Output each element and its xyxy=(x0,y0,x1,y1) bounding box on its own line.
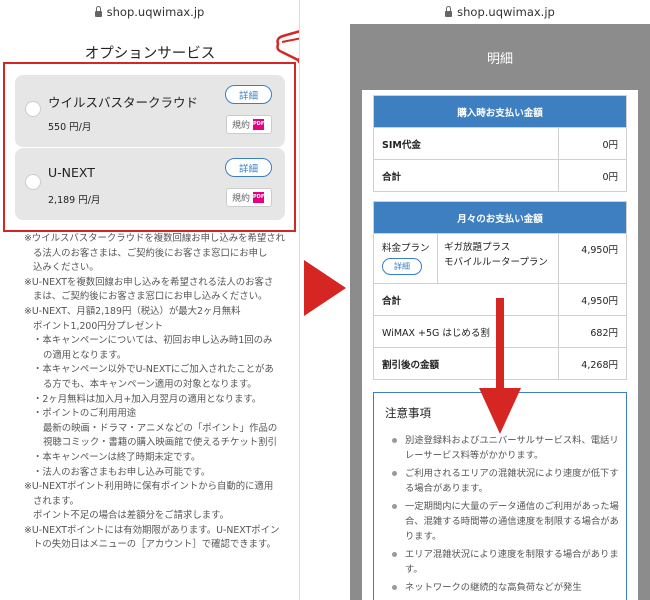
option-notes: ※ウイルスバスタークラウドを複数回線お申し込みを希望され る法人のお客さまは、ご… xyxy=(24,232,288,553)
overlay-right xyxy=(638,90,650,600)
detail-button[interactable]: 詳細 xyxy=(225,158,272,177)
table-header: 購入時お支払い金額 xyxy=(374,96,626,127)
detail-button[interactable]: 詳細 xyxy=(225,85,272,104)
note-line: る法人のお客さまは、ご契約後にお客さま窓口にお申し xyxy=(33,247,268,259)
purchase-payment-table: 購入時お支払い金額 SIM代金 0円 合計 0円 xyxy=(373,95,627,192)
url-text: shop.uqwimax.jp xyxy=(457,5,555,19)
terms-button[interactable]: 規約 PDF xyxy=(226,115,272,134)
note-line: ポイント不足の場合は差額分をご請求します。 xyxy=(33,510,229,522)
option-name: U-NEXT xyxy=(48,165,95,180)
url-text: shop.uqwimax.jp xyxy=(106,5,205,19)
section-title: オプションサービス xyxy=(84,46,216,62)
note-line: 最新の映画・ドラマ・アニメなどの「ポイント」作品の xyxy=(43,422,278,434)
row-value: 0円 xyxy=(558,128,626,159)
note-line: ・本キャンペーンは終了時期未定です。 xyxy=(33,451,201,463)
row-value: 4,268円 xyxy=(558,348,626,379)
note-line: 込みください。 xyxy=(33,262,99,274)
caution-title: 注意事項 xyxy=(385,406,431,420)
address-bar[interactable]: shop.uqwimax.jp xyxy=(350,0,650,24)
plan-label: 料金プラン xyxy=(382,243,430,254)
option-price: 2,189 円/月 xyxy=(48,195,101,206)
caution-item: ネットワークの継続的な高負荷などが発生 xyxy=(389,580,619,595)
note-line: トの失効日はメニューの［アカウント］で確認できます。 xyxy=(33,539,276,551)
note-line: ※ウイルスバスタークラウドを複数回線お申し込みを希望され xyxy=(24,233,285,244)
note-line: ※U-NEXTポイントには有効期限があります。U-NEXTポイン xyxy=(24,524,280,536)
arrow-right-icon xyxy=(304,260,346,316)
note-line: ※U-NEXTポイント利用時に保有ポイントから自動的に適用 xyxy=(24,481,274,493)
note-line: ※U-NEXT、月額2,189円（税込）が最大2ヶ月無料 xyxy=(24,305,241,317)
note-line: ・本キャンペーン以外でU-NEXTにご加入されたことがあ xyxy=(33,364,274,376)
lock-icon xyxy=(94,5,102,17)
caution-item: エリア混雑状況により速度を制限する場合があります。 xyxy=(389,547,619,577)
plan-label-cell: 料金プラン 詳細 xyxy=(374,234,438,283)
pdf-icon: PDF xyxy=(253,192,264,203)
table-row: 合計 0円 xyxy=(374,159,626,191)
row-label: WiMAX +5G はじめる割 xyxy=(382,327,490,339)
plan-subname: モバイルルータープラン xyxy=(444,257,548,268)
caution-list: 別途登録料およびユニバーサルサービス料、電話リレーサービス料等がかかります。 ご… xyxy=(389,433,619,598)
terms-button[interactable]: 規約 PDF xyxy=(226,188,272,207)
plan-price: 4,950円 xyxy=(558,234,626,283)
arrow-down-icon xyxy=(479,298,521,434)
option-radio[interactable] xyxy=(25,101,41,117)
modal-title: 明細 xyxy=(486,52,513,67)
terms-label: 規約 xyxy=(232,194,251,204)
note-line: ・本キャンペーンについては、初回お申し込み時1回のみ xyxy=(33,335,273,347)
lock-icon xyxy=(445,5,453,17)
option-radio[interactable] xyxy=(25,174,41,190)
note-line: ・ポイントのご利用用途 xyxy=(33,408,137,420)
row-value: 4,950円 xyxy=(558,284,626,315)
row-label: 割引後の金額 xyxy=(382,359,440,371)
note-line: まは、ご契約後にお客さま窓口にお申し込みください。 xyxy=(33,291,268,303)
plan-name: ギガ放題プラス xyxy=(444,242,511,253)
plan-name-cell: ギガ放題プラス モバイルルータープラン xyxy=(438,234,558,283)
note-line: る方でも、本キャンペーン適用の対象となります。 xyxy=(43,378,257,390)
option-price: 550 円/月 xyxy=(48,122,92,133)
option-card-unext[interactable]: U-NEXT 2,189 円/月 詳細 規約 PDF xyxy=(15,148,285,220)
plan-detail-button[interactable]: 詳細 xyxy=(382,258,422,275)
pointing-hand-icon xyxy=(276,30,299,64)
option-name: ウイルスバスタークラウド xyxy=(48,95,199,110)
row-label: 合計 xyxy=(382,171,402,183)
pdf-icon: PDF xyxy=(253,119,264,130)
row-value: 0円 xyxy=(558,160,626,191)
note-line: ・法人のお客さまもお申し込み可能です。 xyxy=(33,466,211,478)
table-header: 月々のお支払い金額 xyxy=(374,202,626,233)
note-line: されます。 xyxy=(33,495,79,507)
overlay-left xyxy=(350,90,362,600)
row-value: 682円 xyxy=(558,316,626,347)
row-label: 合計 xyxy=(382,295,402,307)
caution-item: ご利用されるエリアの混雑状況により速度が低下する場合があります。 xyxy=(389,466,619,496)
caution-item: 一定期間内に大量のデータ通信のご利用があった場合、混雑する時間帯の通信速度を制限… xyxy=(389,499,619,544)
plan-row: 料金プラン 詳細 ギガ放題プラス モバイルルータープラン 4,950円 xyxy=(374,233,626,283)
row-label: SIM代金 xyxy=(382,139,421,151)
note-line: ポイント1,200円分プレゼント xyxy=(33,320,163,332)
terms-label: 規約 xyxy=(232,121,251,131)
table-row: SIM代金 0円 xyxy=(374,127,626,159)
note-line: ※U-NEXTを複数回線お申し込みを希望される法人のお客さ xyxy=(24,276,274,288)
option-service-screen: shop.uqwimax.jp オプションサービス ウイルスバスタークラウド 5… xyxy=(0,0,300,600)
address-bar[interactable]: shop.uqwimax.jp xyxy=(0,0,299,24)
note-line: 視聴コミック・書籍の購入映画館で使えるチケット割引 xyxy=(43,437,277,449)
note-line: の適用となります。 xyxy=(43,349,127,361)
option-card-virusbuster[interactable]: ウイルスバスタークラウド 550 円/月 詳細 規約 PDF xyxy=(15,75,285,147)
note-line: ・2ヶ月無料は加入月+加入月翌月の適用となります。 xyxy=(33,393,262,405)
